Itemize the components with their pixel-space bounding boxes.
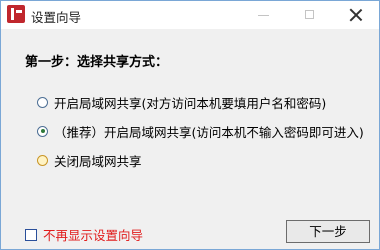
option-label: 关闭局域网共享 <box>54 153 142 169</box>
maximize-icon <box>305 10 314 19</box>
option-label: 开启局域网共享(对方访问本机要填用户名和密码) <box>54 95 327 111</box>
close-icon <box>349 8 363 22</box>
radio-button[interactable] <box>37 96 48 108</box>
next-button[interactable]: 下一步 <box>286 220 370 243</box>
option-share-without-password[interactable]: （推荐）开启局域网共享(访问本机不输入密码即可进入) <box>37 122 364 140</box>
window-title: 设置向导 <box>31 10 82 25</box>
dont-show-again-checkbox[interactable] <box>25 228 37 241</box>
option-share-with-password[interactable]: 开启局域网共享(对方访问本机要填用户名和密码) <box>37 93 326 111</box>
setup-wizard-window: 设置向导 第一步：选择共享方式： 开启局域网共享(对方访问本机要填用户名和密码)… <box>0 0 380 250</box>
minimize-icon <box>258 15 269 16</box>
close-button[interactable] <box>333 1 379 29</box>
maximize-button[interactable] <box>287 1 333 29</box>
title-bar[interactable]: 设置向导 <box>1 1 379 29</box>
dont-show-again-label: 不再显示设置向导 <box>43 228 144 243</box>
option-label: （推荐）开启局域网共享(访问本机不输入密码即可进入) <box>54 124 364 140</box>
minimize-button[interactable] <box>241 1 287 29</box>
dont-show-again-row[interactable]: 不再显示设置向导 <box>25 225 143 244</box>
radio-button-selected[interactable] <box>37 125 48 137</box>
option-disable-sharing[interactable]: 关闭局域网共享 <box>37 151 142 169</box>
radio-button[interactable] <box>37 154 48 166</box>
app-logo-icon <box>7 5 25 23</box>
step-heading: 第一步：选择共享方式： <box>25 55 169 70</box>
